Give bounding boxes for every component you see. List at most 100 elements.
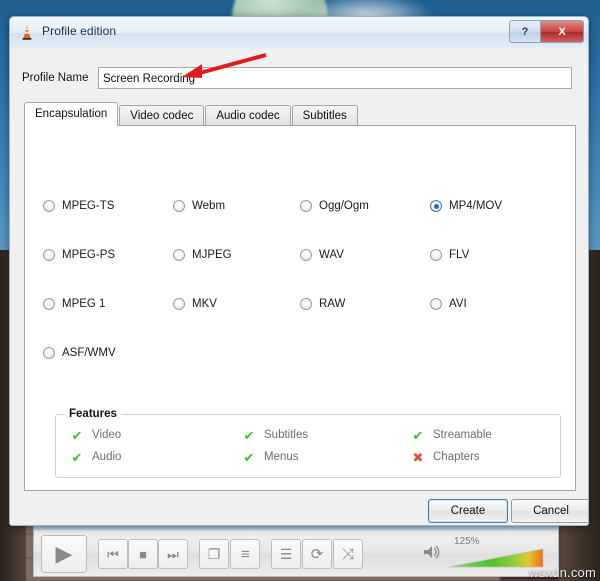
cancel-button[interactable]: Cancel: [511, 499, 588, 523]
vlc-cone-icon: [22, 26, 32, 40]
radio-option-asf-wmv[interactable]: ASF/WMV: [43, 345, 116, 361]
radio-label: Ogg/Ogm: [319, 200, 369, 212]
dialog-title: Profile edition: [42, 24, 117, 38]
radio-row: MPEG-TS Webm Ogg/Ogm MP4/MOV: [43, 198, 563, 247]
radio-option-mpeg-ts[interactable]: MPEG-TS: [43, 198, 114, 214]
radio-icon: [43, 347, 55, 359]
close-button[interactable]: X: [541, 20, 584, 43]
radio-label: MPEG-TS: [62, 200, 115, 212]
tab-bar: Encapsulation Video codec Audio codec Su…: [24, 102, 359, 127]
radio-row: MPEG-PS MJPEG WAV FLV: [43, 247, 563, 296]
dialog-body: Profile Name Screen Recording Encapsulat…: [10, 49, 588, 525]
radio-option-mjpeg[interactable]: MJPEG: [173, 247, 232, 263]
shuffle-icon: ⤨: [341, 545, 354, 563]
radio-label: AVI: [449, 298, 467, 310]
window-buttons: ? X: [509, 20, 584, 43]
feature-label: Subtitles: [264, 429, 309, 441]
radio-option-raw[interactable]: RAW: [300, 296, 345, 312]
radio-label: FLV: [449, 249, 470, 261]
radio-label: RAW: [319, 298, 346, 310]
tab-label: Audio codec: [216, 110, 280, 122]
radio-label: MP4/MOV: [449, 200, 503, 212]
radio-icon: [43, 200, 55, 212]
previous-icon: ⏮: [107, 546, 119, 562]
speaker-icon: [424, 545, 440, 559]
help-icon: ?: [521, 25, 529, 38]
play-icon: ▶: [55, 541, 73, 566]
next-button[interactable]: ⏭: [158, 539, 188, 569]
radio-option-mpeg-ps[interactable]: MPEG-PS: [43, 247, 115, 263]
check-icon: ✔: [71, 427, 83, 443]
profile-name-input[interactable]: Screen Recording: [98, 67, 572, 89]
radio-label: WAV: [319, 249, 344, 261]
tab-label: Encapsulation: [35, 108, 108, 120]
dialog-title-bar[interactable]: Profile edition ? X: [10, 17, 588, 50]
feature-menus: ✔ Menus: [242, 449, 299, 465]
mute-button[interactable]: [423, 544, 441, 565]
loop-button[interactable]: ⟳: [302, 539, 332, 569]
cancel-button-label: Cancel: [533, 505, 569, 517]
radio-icon: [300, 249, 312, 261]
radio-option-flv[interactable]: FLV: [430, 247, 469, 263]
radio-icon: [300, 200, 312, 212]
radio-row: MPEG 1 MKV RAW AVI: [43, 296, 563, 345]
radio-option-mkv[interactable]: MKV: [173, 296, 217, 312]
feature-streamable: ✔ Streamable: [411, 427, 492, 443]
profile-name-row: Profile Name Screen Recording: [22, 67, 574, 91]
playlist-icon: ☰: [279, 546, 293, 562]
feature-chapters: ✖ Chapters: [411, 449, 480, 465]
fullscreen-button[interactable]: ❐: [199, 539, 229, 569]
next-icon: ⏭: [167, 546, 179, 562]
feature-label: Menus: [264, 451, 299, 463]
feature-label: Streamable: [433, 429, 492, 441]
profile-name-label: Profile Name: [22, 72, 89, 84]
equalizer-icon: ≡: [241, 545, 250, 563]
radio-option-webm[interactable]: Webm: [173, 198, 225, 214]
playlist-button[interactable]: ☰: [271, 539, 301, 569]
previous-button[interactable]: ⏮: [98, 539, 128, 569]
player-control-bar: ▶ ⏮ ■ ⏭ ❐ ≡ ☰ ⟳ ⤨ 125%: [33, 530, 559, 577]
profile-edition-dialog: Profile edition ? X Profile Name Screen …: [9, 16, 589, 526]
feature-audio: ✔ Audio: [70, 449, 122, 465]
shuffle-button[interactable]: ⤨: [333, 539, 363, 569]
tab-video-codec[interactable]: Video codec: [119, 105, 205, 127]
feature-label: Chapters: [433, 451, 480, 463]
tab-subtitles[interactable]: Subtitles: [291, 105, 358, 127]
stop-button[interactable]: ■: [128, 539, 158, 569]
radio-label: ASF/WMV: [62, 347, 116, 359]
encapsulation-panel: MPEG-TS Webm Ogg/Ogm MP4/MOV MPEG-PS MJP…: [24, 125, 576, 491]
create-button[interactable]: Create: [428, 499, 508, 523]
help-button[interactable]: ?: [509, 20, 541, 43]
loop-icon: ⟳: [310, 545, 324, 563]
tab-label: Subtitles: [302, 110, 347, 122]
check-icon: ✔: [412, 427, 424, 443]
watermark: wsxdn.com: [529, 565, 596, 580]
radio-icon: [430, 298, 442, 310]
equalizer-button[interactable]: ≡: [230, 539, 260, 569]
radio-label: MJPEG: [192, 249, 232, 261]
create-button-label: Create: [450, 505, 486, 517]
radio-icon: [300, 298, 312, 310]
feature-subtitles: ✔ Subtitles: [242, 427, 309, 443]
tab-audio-codec[interactable]: Audio codec: [205, 105, 291, 127]
radio-icon: [173, 298, 185, 310]
radio-option-avi[interactable]: AVI: [430, 296, 467, 312]
encapsulation-radio-grid: MPEG-TS Webm Ogg/Ogm MP4/MOV MPEG-PS MJP…: [43, 198, 563, 394]
radio-icon-selected: [430, 200, 442, 212]
check-icon: ✔: [71, 449, 83, 465]
tab-encapsulation[interactable]: Encapsulation: [24, 102, 119, 126]
radio-option-ogg-ogm[interactable]: Ogg/Ogm: [300, 198, 369, 214]
play-button[interactable]: ▶: [41, 535, 87, 573]
close-icon: X: [558, 25, 566, 38]
stop-icon: ■: [139, 546, 147, 562]
radio-option-mpeg-1[interactable]: MPEG 1: [43, 296, 105, 312]
radio-label: MKV: [192, 298, 217, 310]
feature-label: Audio: [92, 451, 122, 463]
radio-option-wav[interactable]: WAV: [300, 247, 344, 263]
radio-icon: [173, 200, 185, 212]
volume-value: 125%: [454, 536, 480, 547]
check-icon: ✔: [243, 427, 255, 443]
radio-icon: [173, 249, 185, 261]
radio-option-mp4-mov[interactable]: MP4/MOV: [430, 198, 502, 214]
feature-label: Video: [92, 429, 122, 441]
